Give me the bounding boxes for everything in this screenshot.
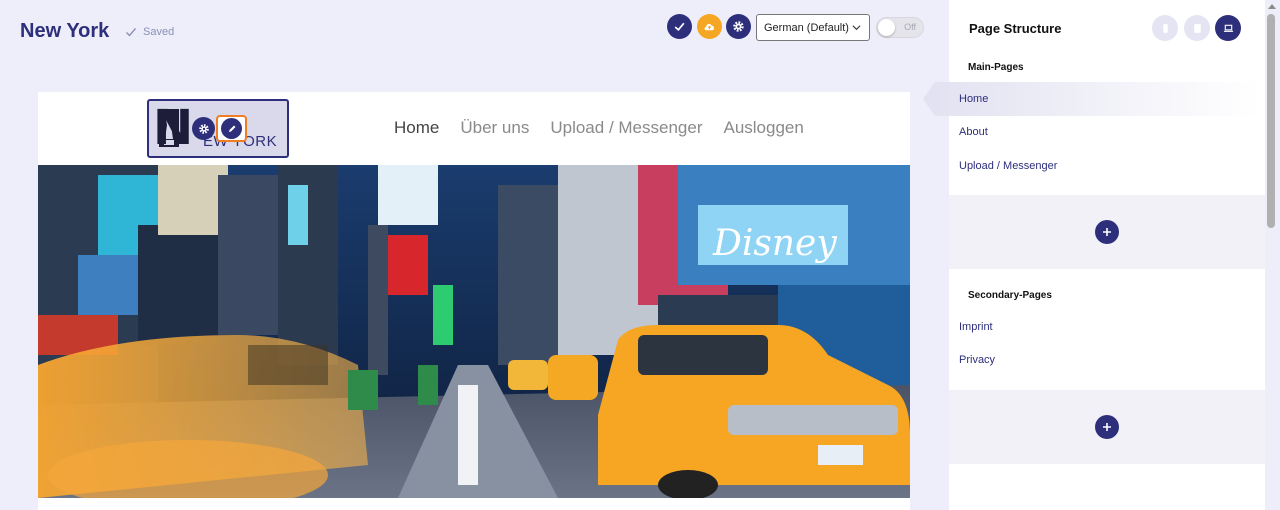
language-select-value: German (Default) [764,21,849,34]
hero-image[interactable]: Disney [38,165,910,498]
nav-item-upload-messenger[interactable]: Upload / Messenger [550,118,702,138]
site-title: New York [20,20,110,42]
save-status: Saved [125,26,174,38]
page-item-label: Home [959,93,989,105]
panel-scrollbar[interactable] [1267,14,1275,228]
toggle-label: Off [904,22,916,32]
publish-button[interactable] [667,14,692,39]
chevron-down-icon [852,25,861,31]
add-main-page-button[interactable] [1095,220,1119,244]
page-item-about[interactable]: About [959,126,988,138]
settings-button[interactable] [726,14,751,39]
add-secondary-page-button[interactable] [1095,415,1119,439]
mobile-icon [1162,23,1168,33]
page-item-upload-messenger[interactable]: Upload / Messenger [959,160,1057,172]
check-icon [674,22,685,31]
secondary-pages-label: Secondary-Pages [968,290,1052,301]
site-logo[interactable]: N EW YORK [147,99,289,158]
gear-icon [733,21,744,32]
nav-item-home[interactable]: Home [394,118,439,138]
language-select[interactable]: German (Default) [756,14,870,41]
desktop-view-button[interactable] [1215,15,1241,41]
check-icon [126,28,137,37]
gear-icon [198,123,209,134]
add-main-page-zone [949,195,1265,269]
times-square-photo: Disney [38,165,910,498]
cloud-upload-button[interactable] [697,14,722,39]
pencil-icon [228,125,235,132]
plus-icon [1103,228,1111,236]
page-item-imprint[interactable]: Imprint [959,321,993,333]
svg-text:Disney: Disney [712,223,837,264]
logo-settings-button[interactable] [192,117,215,140]
saved-label: Saved [143,26,175,38]
site-navigation: Home Über uns Upload / Messenger Auslogg… [394,118,804,138]
add-secondary-page-zone [949,390,1265,464]
tablet-view-button[interactable] [1184,15,1210,41]
scroll-up-arrow[interactable] [1268,4,1276,9]
nav-item-about[interactable]: Über uns [460,118,529,138]
page-item-home[interactable]: Home [923,82,1259,116]
logo-edit-button[interactable] [216,115,247,142]
page-structure-panel: Page Structure Main-Pages Home About Upl… [923,0,1265,510]
cloud-upload-icon [704,23,714,31]
nav-item-logout[interactable]: Ausloggen [723,118,803,138]
main-pages-label: Main-Pages [968,62,1024,73]
toggle-knob [878,19,895,36]
mobile-view-button[interactable] [1152,15,1178,41]
page-item-privacy[interactable]: Privacy [959,354,995,366]
laptop-icon [1223,24,1233,32]
tablet-icon [1193,23,1201,33]
logo-letter: N [153,100,194,156]
live-toggle[interactable]: Off [876,17,924,38]
plus-icon [1103,423,1111,431]
panel-title: Page Structure [969,21,1062,36]
website-preview: N EW YORK Home Über uns Upload / Messeng… [38,92,910,510]
